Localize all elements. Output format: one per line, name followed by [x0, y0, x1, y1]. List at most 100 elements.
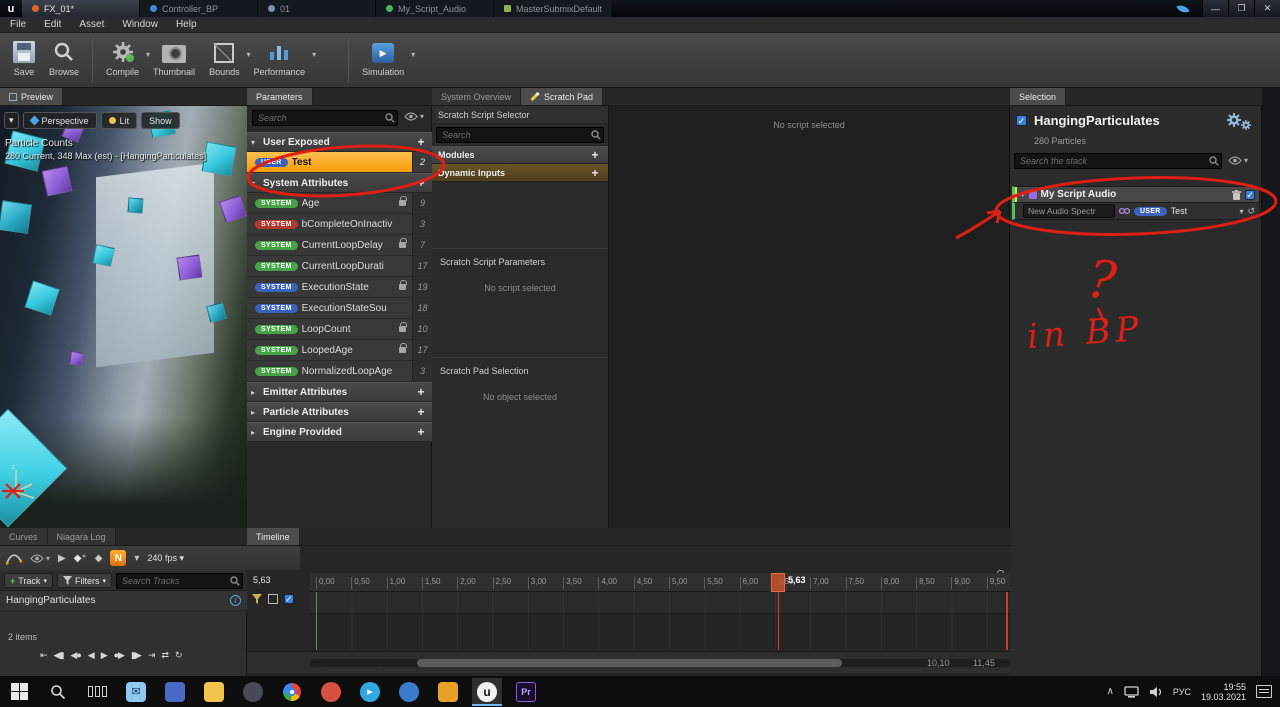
tab-system-overview[interactable]: System Overview: [432, 88, 522, 105]
step-back-frame-button[interactable]: ◀●: [70, 650, 81, 661]
app-teal-round[interactable]: [394, 678, 424, 706]
tab-timeline[interactable]: Timeline: [247, 528, 300, 545]
parameter-row-executionstate[interactable]: SYSTEM ExecutionState 19: [247, 277, 432, 298]
notification-center-icon[interactable]: [1256, 685, 1272, 698]
module-enabled-checkbox[interactable]: ✓: [1245, 189, 1255, 200]
tab-niagara-log[interactable]: Niagara Log: [47, 528, 116, 545]
value-dropdown-caret[interactable]: ▾: [1239, 207, 1243, 216]
bounds-button[interactable]: Bounds ▾: [202, 38, 251, 78]
filters-button[interactable]: Filters ▾: [56, 573, 112, 588]
clock[interactable]: 19:55 19.03.2021: [1201, 682, 1246, 702]
window-tab-fx01[interactable]: FX_01*: [22, 0, 140, 17]
parameter-section-engine-provided[interactable]: ▸ Engine Provided +: [247, 422, 432, 442]
window-tab-controller-bp[interactable]: Controller_BP: [140, 0, 258, 17]
key-icon[interactable]: ◆: [95, 553, 103, 564]
window-tab-my-script-audio[interactable]: My_Script_Audio: [376, 0, 494, 17]
timeline-ruler[interactable]: 0,00 0,50 1,00 1,50 2,00 2,50 3,00 3,50 4,00 4,50…: [310, 573, 1010, 592]
app-blue-tile[interactable]: [160, 678, 190, 706]
window-tab-master-submix[interactable]: MasterSubmixDefault: [494, 0, 614, 17]
chrome-browser[interactable]: [277, 678, 307, 706]
tab-parameters[interactable]: Parameters: [247, 88, 313, 105]
step-forward-frame-button[interactable]: ●▶: [114, 650, 125, 661]
save-button[interactable]: Save: [6, 38, 42, 78]
compile-button[interactable]: Compile ▾: [99, 38, 150, 78]
parameter-row-currentloopdurati[interactable]: SYSTEM CurrentLoopDurati 17: [247, 256, 432, 277]
jump-to-start-button[interactable]: ⇤: [40, 650, 47, 661]
parameter-row-executionstatesou[interactable]: SYSTEM ExecutionStateSou 18: [247, 298, 432, 319]
expander-icon[interactable]: ▸: [251, 428, 259, 437]
lit-button[interactable]: Lit: [100, 112, 138, 129]
parameter-row-test[interactable]: USER Test 2: [247, 152, 432, 173]
parameter-row-loopcount[interactable]: SYSTEM LoopCount 10: [247, 319, 432, 340]
add-track-button[interactable]: + Track ▾: [4, 573, 53, 588]
simulation-button[interactable]: ▶ Simulation ▾: [355, 38, 415, 78]
file-explorer[interactable]: [199, 678, 229, 706]
expander-icon[interactable]: ▾: [251, 138, 259, 147]
close-button[interactable]: ✕: [1254, 0, 1280, 17]
track-row-hanging-particulates[interactable]: HangingParticulates i: [0, 591, 247, 611]
preview-viewport[interactable]: ▾ Perspective Lit Show Particle Counts 2…: [0, 106, 247, 528]
scratch-search[interactable]: [436, 127, 604, 143]
tab-preview[interactable]: Preview: [0, 88, 64, 105]
playback-range-button[interactable]: ⇄: [161, 650, 168, 661]
delete-module-icon[interactable]: [1232, 189, 1241, 200]
premiere-app[interactable]: Pr: [511, 678, 541, 706]
menu-window[interactable]: Window: [122, 19, 158, 30]
timeline-scrollbar-track[interactable]: [310, 659, 1010, 667]
system-enabled-checkbox[interactable]: ✓: [1016, 115, 1027, 126]
app-orange-tile[interactable]: [433, 678, 463, 706]
jump-to-end-button[interactable]: ⇥: [148, 650, 155, 661]
stack-search-input[interactable]: [1014, 153, 1222, 169]
stack-settings-gear-icon[interactable]: [1226, 112, 1252, 132]
curve-visibility-dropdown[interactable]: ▾: [30, 554, 50, 563]
expander-icon[interactable]: ▸: [251, 408, 259, 417]
playhead-marker[interactable]: [771, 573, 785, 592]
browse-button[interactable]: Browse: [42, 38, 86, 78]
task-view-button[interactable]: [82, 678, 112, 706]
track-filter-icon[interactable]: [252, 594, 262, 604]
app-red-round[interactable]: [316, 678, 346, 706]
tray-expand-icon[interactable]: ∧: [1107, 686, 1114, 697]
menu-edit[interactable]: Edit: [44, 19, 61, 30]
maximize-button[interactable]: ❐: [1228, 0, 1254, 17]
parameter-row-normalizedloopage[interactable]: SYSTEM NormalizedLoopAge 3: [247, 361, 432, 382]
menu-asset[interactable]: Asset: [79, 19, 104, 30]
volume-icon[interactable]: [1149, 686, 1163, 698]
add-parameter-button[interactable]: +: [414, 176, 428, 190]
dynamic-inputs-group-header[interactable]: Dynamic Inputs +: [432, 164, 608, 182]
parameter-row-age[interactable]: SYSTEM Age 9: [247, 193, 432, 214]
expander-icon[interactable]: ▸: [251, 388, 259, 397]
track-color-box[interactable]: [268, 594, 278, 604]
parameter-section-particle-attributes[interactable]: ▸ Particle Attributes +: [247, 402, 432, 422]
play-reverse-button[interactable]: ◀: [88, 650, 95, 661]
stack-view-options[interactable]: ▾: [1228, 156, 1248, 165]
thumbnail-button[interactable]: Thumbnail: [146, 38, 202, 78]
curve-tool-icon[interactable]: [6, 551, 22, 565]
telegram-app[interactable]: ▸: [355, 678, 385, 706]
expander-icon[interactable]: ▾: [1021, 191, 1025, 199]
current-time-display[interactable]: 5,63: [253, 575, 271, 585]
tab-curves[interactable]: Curves: [0, 528, 48, 545]
step-back-keyframe-button[interactable]: ◀▮: [54, 650, 65, 661]
info-icon[interactable]: i: [230, 595, 241, 606]
window-tab-01[interactable]: 01: [258, 0, 376, 17]
play-forward-button[interactable]: ▶: [101, 650, 108, 661]
add-parameter-button[interactable]: +: [414, 135, 428, 149]
perspective-button[interactable]: Perspective: [22, 112, 97, 129]
working-range-end[interactable]: 10,10: [927, 658, 950, 668]
add-parameter-button[interactable]: +: [414, 385, 428, 399]
start-button[interactable]: [4, 678, 34, 706]
language-indicator[interactable]: РУС: [1173, 687, 1191, 697]
network-icon[interactable]: [1124, 685, 1139, 698]
timeline-scrollbar-thumb[interactable]: [417, 659, 842, 667]
unreal-engine-app[interactable]: u: [472, 677, 502, 706]
search-button[interactable]: [43, 678, 73, 706]
performance-dropdown-caret[interactable]: ▾: [312, 50, 316, 59]
reset-to-default-icon[interactable]: ↺: [1247, 206, 1255, 217]
stack-search[interactable]: [1014, 153, 1222, 169]
expander-icon[interactable]: ▾: [251, 179, 259, 188]
menu-help[interactable]: Help: [176, 19, 197, 30]
view-range-end[interactable]: 11,45: [973, 658, 995, 668]
minimize-button[interactable]: —: [1202, 0, 1228, 17]
loop-playback-button[interactable]: ↻: [175, 650, 182, 661]
